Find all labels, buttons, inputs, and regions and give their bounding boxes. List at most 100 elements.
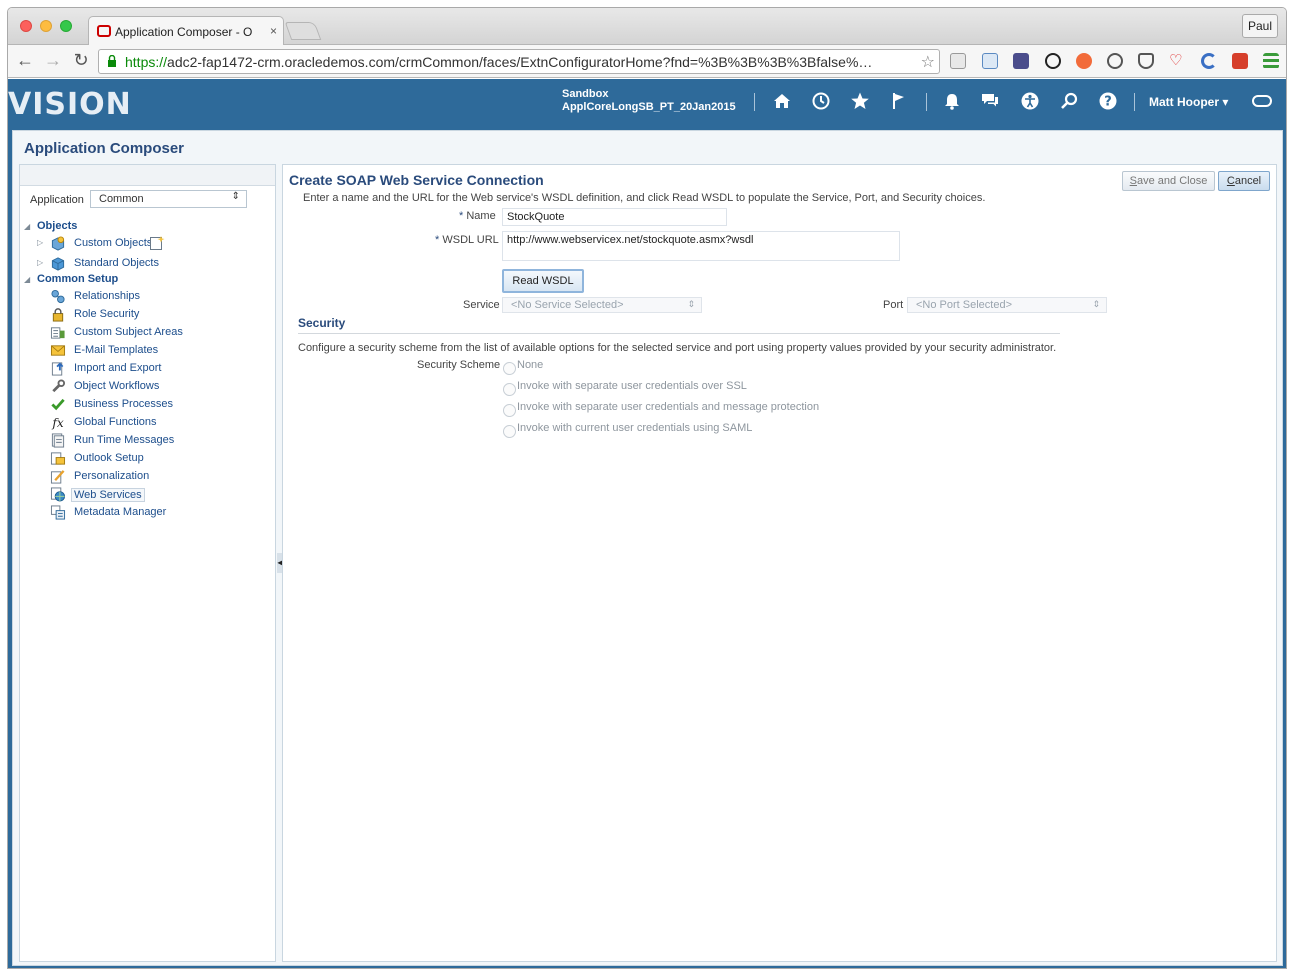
- browser-tab[interactable]: Application Composer - O ×: [88, 16, 284, 46]
- relationships-icon: [51, 289, 65, 304]
- name-label-text: Name: [466, 210, 496, 222]
- service-select[interactable]: <No Service Selected> ⇕: [502, 297, 702, 313]
- read-wsdl-button[interactable]: Read WSDL: [502, 269, 584, 293]
- port-select[interactable]: <No Port Selected> ⇕: [907, 297, 1107, 313]
- sidebar-item-label: Custom Subject Areas: [74, 326, 183, 338]
- url-path: adc2-fap1472-crm.oracledemos.com/crmComm…: [167, 54, 873, 70]
- standard-objects-icon: [51, 257, 65, 271]
- heart-extension-icon[interactable]: ♡: [1169, 53, 1185, 69]
- security-scheme-label: Security Scheme: [417, 359, 501, 371]
- user-menu[interactable]: Matt Hooper ▾: [1149, 95, 1228, 109]
- create-icon[interactable]: [149, 235, 165, 251]
- sidebar-item-label: Web Services: [71, 488, 145, 502]
- required-marker: *: [435, 234, 440, 246]
- sidebar-item-label: Object Workflows: [74, 380, 160, 392]
- sidebar-item-label: Metadata Manager: [74, 506, 167, 518]
- favorites-icon[interactable]: [850, 91, 870, 111]
- signout-icon[interactable]: [1251, 91, 1273, 111]
- header-divider: [1134, 93, 1135, 111]
- notifications-icon[interactable]: [942, 91, 962, 111]
- info-extension-icon[interactable]: [1107, 53, 1123, 69]
- oracle-favicon-icon: [97, 25, 111, 37]
- profile-button[interactable]: Paul: [1242, 14, 1278, 38]
- function-icon: fx: [51, 416, 64, 430]
- objects-section[interactable]: Objects: [37, 220, 77, 232]
- pocket-extension-icon[interactable]: [1138, 53, 1154, 69]
- checkmark-icon: [51, 398, 65, 411]
- radio-message-protection[interactable]: [503, 404, 516, 417]
- web-services-icon: [50, 487, 66, 502]
- security-instructions: Configure a security scheme from the lis…: [298, 342, 1057, 354]
- cancel-button[interactable]: Cancel: [1218, 171, 1270, 191]
- window-minimize-button[interactable]: [40, 20, 52, 32]
- sidebar-item-label: Business Processes: [74, 398, 174, 410]
- cors-extension-icon[interactable]: [1232, 53, 1248, 69]
- svg-text:fx: fx: [51, 416, 64, 430]
- service-label: Service: [463, 299, 500, 311]
- radio-none[interactable]: [503, 362, 516, 375]
- section-divider: [298, 333, 1060, 334]
- radio-ssl[interactable]: [503, 383, 516, 396]
- page-title: Application Composer: [24, 140, 185, 157]
- back-icon[interactable]: ←: [14, 50, 36, 71]
- recent-icon[interactable]: [811, 91, 831, 111]
- accessibility-icon[interactable]: [1020, 91, 1040, 111]
- name-label: * Name: [459, 210, 496, 222]
- sandbox-info[interactable]: Sandbox ApplCoreLongSB_PT_20Jan2015: [562, 88, 736, 114]
- save-and-close-button[interactable]: Save and Close: [1122, 171, 1215, 191]
- expand-icon[interactable]: ▷: [37, 238, 43, 247]
- sidebar-item-label: Custom Objects: [74, 237, 153, 249]
- radio-saml[interactable]: [503, 425, 516, 438]
- c-extension-icon[interactable]: [1201, 53, 1217, 69]
- radio-label-saml: Invoke with current user credentials usi…: [517, 422, 753, 434]
- window-close-button[interactable]: [20, 20, 32, 32]
- search-icon[interactable]: [1059, 91, 1079, 111]
- port-label: Port: [883, 299, 904, 311]
- home-icon[interactable]: [772, 91, 792, 111]
- select-arrows-icon: ⇕: [1092, 299, 1100, 309]
- help-icon[interactable]: ?: [1098, 91, 1118, 111]
- forward-icon[interactable]: →: [42, 50, 64, 71]
- page-body: Application Composer Application Common …: [8, 127, 1286, 968]
- screenshot-extension-icon[interactable]: [1013, 53, 1029, 69]
- sidebar-item-label: Global Functions: [74, 416, 157, 428]
- application-value: Common: [99, 193, 144, 205]
- flag-icon[interactable]: [889, 91, 909, 111]
- app-header: VISION Sandbox ApplCoreLongSB_PT_20Jan20…: [8, 79, 1286, 127]
- lock-icon: [52, 308, 64, 322]
- security-section-title: Security: [298, 316, 346, 330]
- application-select[interactable]: Common ⇕: [90, 190, 247, 208]
- sync-extension-icon[interactable]: [1045, 53, 1061, 69]
- expand-icon[interactable]: ▷: [37, 258, 43, 267]
- sandbox-name: ApplCoreLongSB_PT_20Jan2015: [562, 101, 736, 113]
- linkedin-extension-icon[interactable]: [950, 53, 966, 69]
- tab-strip: Application Composer - O × Paul: [8, 8, 1286, 46]
- navigator-toolbar: [20, 165, 275, 186]
- window-maximize-button[interactable]: [60, 20, 72, 32]
- tab-close-icon[interactable]: ×: [270, 24, 277, 38]
- common-setup-section[interactable]: Common Setup: [37, 273, 118, 285]
- sidebar-item-label: Relationships: [74, 290, 141, 302]
- menu-icon[interactable]: [1263, 53, 1279, 69]
- collapse-objects-icon[interactable]: ◢: [24, 222, 30, 231]
- subject-areas-icon: [50, 327, 65, 339]
- wsdl-url-field[interactable]: http://www.webservicex.net/stockquote.as…: [502, 231, 900, 261]
- bookmark-star-icon[interactable]: ☆: [921, 52, 935, 72]
- sidebar-item-label: Personalization: [74, 470, 150, 482]
- ublock-extension-icon[interactable]: [1076, 53, 1092, 69]
- sidebar-item-label: Role Security: [74, 308, 140, 320]
- vision-logo: VISION: [8, 87, 132, 122]
- new-tab-button[interactable]: [284, 22, 322, 40]
- radio-label-message-protection: Invoke with separate user credentials an…: [517, 401, 820, 413]
- folder-extension-icon[interactable]: [982, 53, 998, 69]
- header-divider: [754, 93, 755, 111]
- reload-icon[interactable]: ↻: [70, 50, 92, 71]
- messages-icon[interactable]: [980, 91, 1000, 111]
- address-bar[interactable]: https://adc2-fap1472-crm.oracledemos.com…: [98, 49, 940, 74]
- left-navigator: Application Common ⇕ ◢ Objects ▷ Custom …: [19, 164, 276, 962]
- form-title: Create SOAP Web Service Connection: [289, 172, 544, 188]
- svg-text:?: ?: [1104, 95, 1112, 110]
- browser-window: Application Composer - O × Paul ← → ↻ ht…: [7, 7, 1287, 969]
- collapse-common-setup-icon[interactable]: ◢: [24, 275, 30, 284]
- name-field[interactable]: StockQuote: [502, 208, 727, 226]
